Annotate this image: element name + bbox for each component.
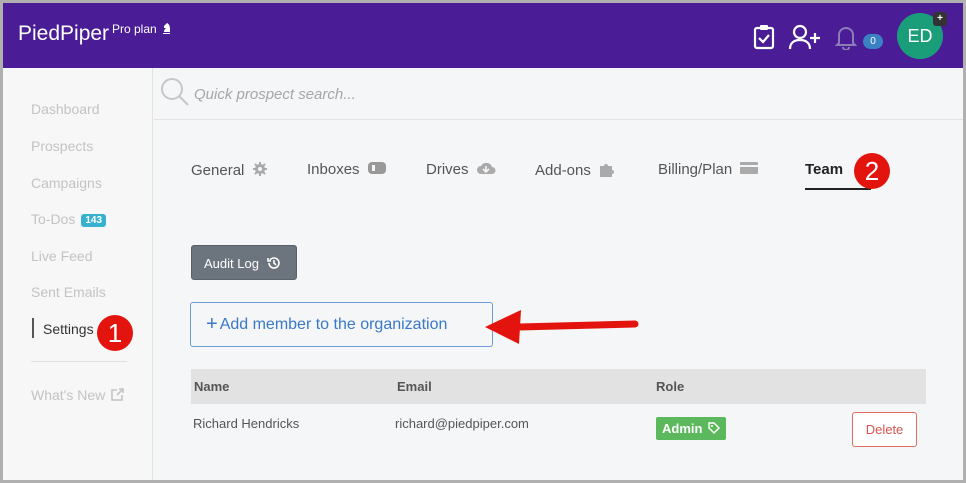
plan-text: Pro plan — [112, 22, 157, 36]
search-icon — [160, 77, 190, 112]
sidebar-divider — [31, 361, 127, 362]
role-badge[interactable]: Admin — [656, 417, 727, 440]
tab-drives[interactable]: Drives — [426, 161, 496, 178]
tab-label: General — [191, 162, 245, 179]
sidebar-item-prospects[interactable]: Prospects — [31, 138, 93, 154]
column-header-name: Name — [194, 379, 230, 394]
tab-inboxes[interactable]: Inboxes — [307, 161, 387, 178]
clipboard-check-icon[interactable] — [753, 24, 775, 55]
bell-icon[interactable] — [834, 24, 858, 55]
column-header-role: Role — [656, 379, 685, 394]
active-indicator — [32, 318, 34, 338]
audit-log-label: Audit Log — [204, 256, 259, 271]
sidebar-item-label: What's New — [31, 387, 106, 403]
tab-add-ons[interactable]: Add-ons — [535, 161, 616, 179]
callout-1: 1 — [97, 315, 133, 351]
sidebar: Dashboard Prospects Campaigns To-Dos 143 … — [3, 68, 153, 480]
tab-team[interactable]: Team — [805, 161, 843, 178]
tab-label: Drives — [426, 161, 469, 178]
sidebar-item-label: Prospects — [31, 138, 94, 154]
avatar-add-icon[interactable]: + — [933, 12, 947, 26]
tab-label: Inboxes — [307, 161, 360, 178]
sidebar-item-settings[interactable]: Settings — [43, 321, 94, 337]
sidebar-item-live-feed[interactable]: Live Feed — [31, 248, 92, 264]
annotation-arrow — [485, 310, 639, 344]
top-bar: PiedPiper Pro plan 0 ED + — [3, 3, 963, 68]
sidebar-item-campaigns[interactable]: Campaigns — [31, 175, 102, 191]
callout-2: 2 — [854, 153, 890, 189]
sidebar-item-label: Dashboard — [31, 101, 100, 117]
search-input[interactable] — [194, 83, 594, 105]
plus-icon: + — [206, 313, 218, 335]
sidebar-item-dashboard[interactable]: Dashboard — [31, 101, 100, 117]
member-email: richard@piedpiper.com — [395, 416, 529, 431]
add-member-button[interactable]: + Add member to the organization — [190, 302, 493, 347]
mailbox-icon — [364, 161, 387, 178]
delete-button[interactable]: Delete — [852, 412, 917, 447]
column-header-email: Email — [397, 379, 432, 394]
tab-label: Team — [805, 161, 844, 178]
history-icon — [263, 256, 281, 271]
sidebar-item-sent-emails[interactable]: Sent Emails — [31, 284, 106, 300]
tab-label: Add-ons — [535, 162, 591, 179]
chess-knight-icon — [162, 22, 171, 37]
sidebar-item-todos[interactable]: To-Dos 143 — [31, 211, 107, 227]
credit-card-icon — [736, 161, 759, 178]
member-name: Richard Hendricks — [193, 416, 300, 431]
search-bar — [154, 68, 963, 120]
app-window: PiedPiper Pro plan 0 ED + Dashboard Pros… — [0, 0, 966, 483]
gear-icon — [249, 162, 268, 179]
audit-log-button[interactable]: Audit Log — [191, 245, 297, 280]
tag-icon — [706, 421, 721, 436]
tab-label: Billing/Plan — [658, 161, 733, 178]
todo-count-badge: 143 — [81, 214, 107, 227]
sidebar-item-whats-new[interactable]: What's New — [31, 387, 124, 403]
puzzle-icon — [595, 162, 616, 179]
tab-billing-plan[interactable]: Billing/Plan — [658, 161, 759, 178]
notification-count-badge: 0 — [863, 34, 883, 49]
sidebar-item-label: Campaigns — [31, 175, 102, 191]
add-member-label: Add member to the organization — [219, 316, 448, 333]
sidebar-item-label: To-Dos — [31, 211, 76, 227]
active-tab-underline — [805, 188, 871, 190]
sidebar-item-label: Settings — [43, 321, 94, 337]
tab-general[interactable]: General — [191, 161, 268, 179]
add-user-icon[interactable] — [788, 24, 822, 55]
role-label: Admin — [662, 421, 703, 436]
brand-logo[interactable]: PiedPiper — [18, 22, 109, 46]
plan-label: Pro plan — [112, 22, 171, 37]
sidebar-item-label: Sent Emails — [31, 284, 106, 300]
sidebar-item-label: Live Feed — [31, 248, 93, 264]
external-link-icon — [109, 387, 124, 403]
team-table-header: Name Email Role — [191, 369, 926, 404]
cloud-download-icon — [473, 161, 496, 178]
